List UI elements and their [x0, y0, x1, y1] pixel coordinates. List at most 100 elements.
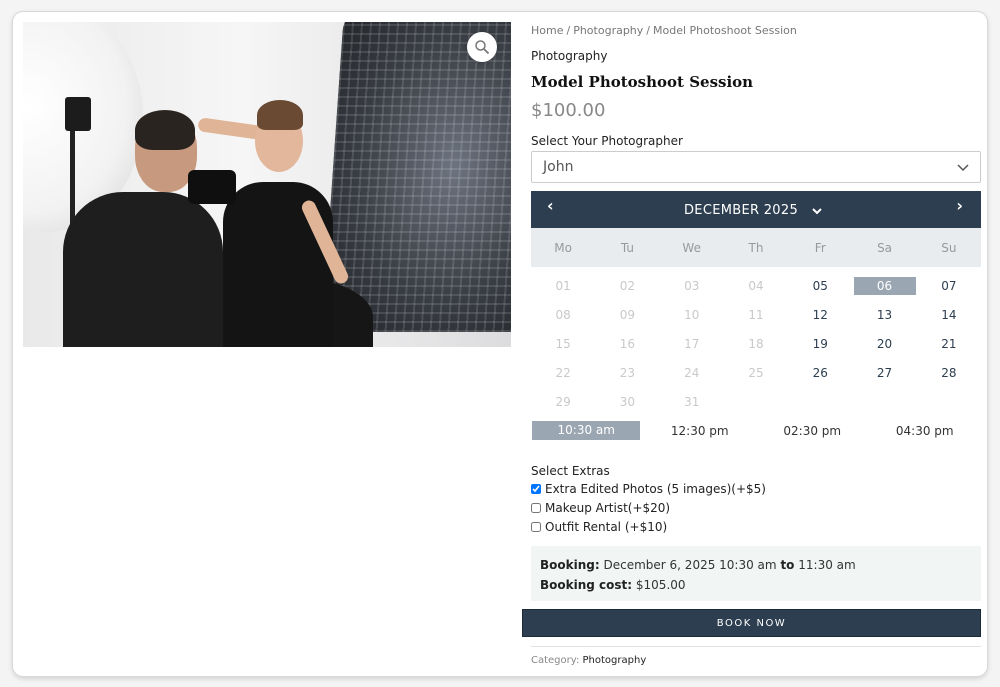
- photo-softbox: [321, 22, 511, 332]
- calendar-day[interactable]: 13: [852, 300, 916, 329]
- calendar-day[interactable]: 20: [852, 329, 916, 358]
- calendar-day-number: 30: [619, 394, 636, 409]
- product-image[interactable]: [23, 22, 511, 347]
- calendar-day-number: 12: [812, 307, 828, 322]
- calendar-day: 10: [660, 300, 724, 329]
- time-slot-label: 10:30 am: [532, 421, 641, 440]
- weekday-label: Su: [941, 240, 957, 255]
- time-slot-selected[interactable]: 10:30 am: [531, 421, 644, 440]
- calendar-day-number: 24: [684, 365, 700, 380]
- book-now-button[interactable]: BOOK NOW: [522, 609, 981, 637]
- calendar-day-number: 29: [555, 394, 571, 409]
- booking-date: December 6, 2025 10:30 am: [603, 558, 777, 572]
- extra-label[interactable]: Extra Edited Photos (5 images)(+$5): [545, 482, 766, 496]
- calendar-days: 01 02 03 04 05 06 07 08 09 10 11 12 13 14 15 16 17 18 19 20…: [531, 271, 981, 416]
- meta-category-link[interactable]: Photography: [583, 655, 647, 666]
- calendar-weekdays: Mo Tu We Th Fr Sa Su: [531, 228, 981, 267]
- calendar-day-number: 14: [941, 307, 957, 322]
- calendar-day-number: 28: [941, 365, 957, 380]
- extra-option[interactable]: Extra Edited Photos (5 images)(+$5): [531, 482, 766, 496]
- calendar-day-number: 20: [876, 336, 893, 351]
- calendar-day[interactable]: 27: [852, 358, 916, 387]
- extra-checkbox[interactable]: [531, 522, 541, 532]
- extra-checkbox[interactable]: [531, 484, 541, 494]
- extra-label[interactable]: Outfit Rental (+$10): [545, 520, 667, 534]
- booking-cost-value: $105.00: [635, 578, 686, 592]
- time-slot-label: 12:30 pm: [670, 423, 729, 438]
- weekday-label: Sa: [877, 240, 893, 255]
- calendar-day: 29: [531, 387, 595, 416]
- calendar-day[interactable]: 28: [917, 358, 981, 387]
- calendar-day-number: 31: [684, 394, 700, 409]
- extra-option[interactable]: Makeup Artist(+$20): [531, 501, 670, 515]
- calendar-month-select[interactable]: DECEMBER 2025: [684, 203, 822, 218]
- time-slots: 10:30 am 12:30 pm 02:30 pm 04:30 pm: [531, 421, 981, 440]
- calendar-day: 30: [595, 387, 659, 416]
- calendar-day-number: 03: [684, 278, 700, 293]
- calendar-day-number: 06: [853, 276, 916, 295]
- product-title: Model Photoshoot Session: [531, 73, 754, 91]
- calendar-day: 11: [724, 300, 788, 329]
- calendar-day-number: 27: [876, 365, 893, 380]
- product-price: $100.00: [531, 100, 606, 121]
- zoom-button[interactable]: [467, 32, 497, 62]
- calendar-day: 24: [660, 358, 724, 387]
- calendar-day-number: 11: [748, 307, 764, 322]
- breadcrumb: Home / Photography / Model Photoshoot Sessio…: [531, 24, 797, 37]
- photographer-select[interactable]: John: [531, 151, 981, 183]
- time-slot-label: 04:30 pm: [895, 423, 954, 438]
- calendar-day: 09: [595, 300, 659, 329]
- calendar-day: 23: [595, 358, 659, 387]
- calendar-prev-button[interactable]: ‹: [547, 196, 554, 215]
- booking-cost-label: Booking cost:: [540, 578, 633, 592]
- divider: [531, 646, 981, 647]
- calendar-day-number: 10: [684, 307, 700, 322]
- camera: [188, 170, 236, 204]
- extras-label: Select Extras: [531, 464, 610, 478]
- calendar-day-number: 09: [619, 307, 636, 322]
- calendar-day: 08: [531, 300, 595, 329]
- booking-summary: Booking: December 6, 2025 10:30 am to 11…: [531, 546, 981, 601]
- extra-option[interactable]: Outfit Rental (+$10): [531, 520, 667, 534]
- product-category[interactable]: Photography: [531, 49, 607, 63]
- breadcrumb-separator: /: [646, 24, 651, 37]
- calendar-day[interactable]: 05: [788, 271, 852, 300]
- calendar-day-number: 07: [941, 278, 957, 293]
- weekday-label: Th: [748, 240, 764, 255]
- calendar-day[interactable]: 26: [788, 358, 852, 387]
- time-slot[interactable]: 04:30 pm: [869, 421, 982, 440]
- calendar-next-button[interactable]: ›: [956, 196, 963, 215]
- chevron-down-icon: [812, 207, 822, 214]
- time-slot-label: 02:30 pm: [783, 423, 842, 438]
- weekday-label: Fr: [814, 240, 826, 255]
- calendar-day[interactable]: 21: [917, 329, 981, 358]
- breadcrumb-home[interactable]: Home: [531, 24, 563, 37]
- booking-line: Booking: December 6, 2025 10:30 am to 11…: [540, 555, 972, 575]
- calendar-day-number: 05: [812, 278, 828, 293]
- calendar-day[interactable]: 07: [917, 271, 981, 300]
- extra-checkbox[interactable]: [531, 503, 541, 513]
- calendar-day-number: 18: [748, 336, 764, 351]
- booking-label: Booking:: [540, 558, 600, 572]
- calendar-day-number: 21: [941, 336, 957, 351]
- calendar-day: 22: [531, 358, 595, 387]
- time-slot[interactable]: 02:30 pm: [756, 421, 869, 440]
- calendar-day[interactable]: 12: [788, 300, 852, 329]
- calendar-day: 03: [660, 271, 724, 300]
- calendar-day[interactable]: 19: [788, 329, 852, 358]
- calendar-day: 01: [531, 271, 595, 300]
- extra-label[interactable]: Makeup Artist(+$20): [545, 501, 670, 515]
- calendar-day: 16: [595, 329, 659, 358]
- weekday-label: Tu: [620, 240, 634, 255]
- calendar-day-number: 23: [619, 365, 636, 380]
- breadcrumb-photography[interactable]: Photography: [573, 24, 643, 37]
- photographer-label: Select Your Photographer: [531, 134, 683, 148]
- calendar-day: 02: [595, 271, 659, 300]
- calendar-day-selected[interactable]: 06: [852, 271, 916, 300]
- breadcrumb-current: Model Photoshoot Session: [653, 24, 797, 37]
- time-slot[interactable]: 12:30 pm: [644, 421, 757, 440]
- calendar-day: 25: [724, 358, 788, 387]
- calendar-day[interactable]: 14: [917, 300, 981, 329]
- calendar-day-number: 08: [555, 307, 571, 322]
- calendar-day-number: 26: [812, 365, 828, 380]
